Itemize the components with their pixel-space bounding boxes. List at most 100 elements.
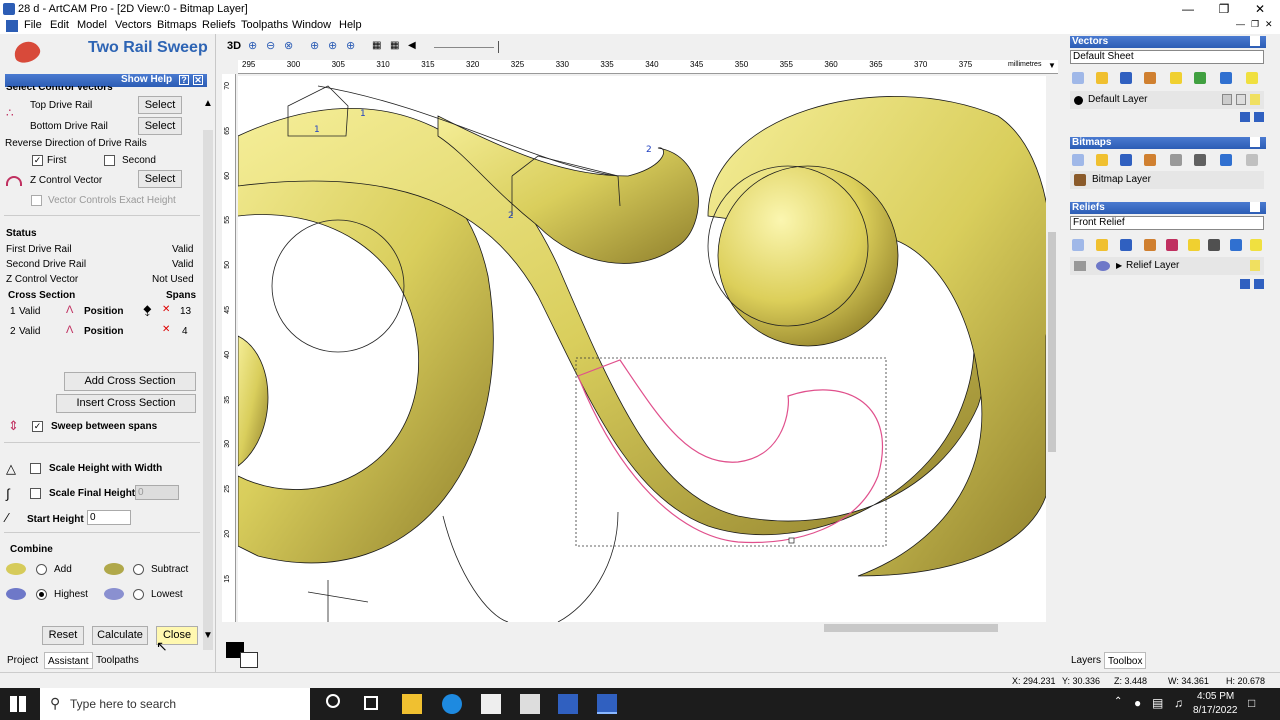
- new-bitmap-icon[interactable]: [1072, 154, 1084, 166]
- vectors-collapse-icon[interactable]: [1250, 36, 1260, 46]
- save-icon[interactable]: [1120, 72, 1132, 84]
- lowest-radio[interactable]: [133, 589, 144, 600]
- top-drive-rail-select-button[interactable]: Select: [138, 96, 182, 114]
- start-icon[interactable]: [10, 696, 26, 712]
- layer-lock-icon[interactable]: [1222, 94, 1232, 105]
- bitmap-toggle-icon[interactable]: ◀: [408, 40, 416, 51]
- delete-bitmap-icon[interactable]: [1220, 154, 1232, 166]
- relief-drawing[interactable]: 1 1 2 2: [238, 76, 1046, 622]
- relief-layer-row[interactable]: ▶ Relief Layer: [1070, 257, 1264, 275]
- grid-icon[interactable]: ▦: [372, 40, 381, 51]
- second-checkbox[interactable]: [104, 155, 115, 166]
- default-layer-row[interactable]: Default Layer: [1070, 91, 1264, 109]
- color-swatch-background[interactable]: [240, 652, 258, 668]
- zoom-all-icon[interactable]: ⊗: [284, 39, 293, 52]
- open-icon[interactable]: [1096, 72, 1108, 84]
- vertical-scroll-thumb[interactable]: [1048, 232, 1056, 452]
- store-icon[interactable]: [481, 694, 501, 714]
- maximize-button[interactable]: ❐: [1206, 0, 1242, 18]
- sheet-select[interactable]: Default Sheet: [1070, 50, 1264, 64]
- paint-icon[interactable]: [1144, 72, 1156, 84]
- edge-icon[interactable]: [442, 694, 462, 714]
- tab-project[interactable]: Project: [4, 652, 41, 669]
- relief-select[interactable]: Front Relief: [1070, 216, 1264, 230]
- save-relief-icon[interactable]: [1120, 239, 1132, 251]
- delete-relief-icon[interactable]: [1230, 239, 1242, 251]
- file-explorer-icon[interactable]: [402, 694, 422, 714]
- snap-icon[interactable]: ▦: [390, 40, 399, 51]
- vertical-scrollbar[interactable]: [1046, 76, 1058, 622]
- layer-edit-icon[interactable]: [1236, 94, 1246, 105]
- new-relief-icon[interactable]: [1072, 239, 1084, 251]
- layer-color-dot[interactable]: [1074, 96, 1083, 105]
- tray-chevron-icon[interactable]: ⌃: [1114, 696, 1122, 707]
- highest-radio[interactable]: [36, 589, 47, 600]
- clock-date[interactable]: 8/17/2022: [1193, 705, 1238, 716]
- opacity-slider[interactable]: [434, 47, 494, 48]
- search-box[interactable]: ⚲ Type here to search: [40, 688, 310, 720]
- cortana-icon[interactable]: [326, 694, 340, 708]
- expand-arrow-icon[interactable]: ▶: [1116, 257, 1122, 275]
- save-bitmap-icon[interactable]: [1120, 154, 1132, 166]
- tab-assistant[interactable]: Assistant: [44, 652, 93, 669]
- tab-layers[interactable]: Layers: [1068, 652, 1104, 669]
- zoom-sel-icon[interactable]: ⊕: [328, 39, 337, 52]
- relief-properties-icon[interactable]: [1250, 239, 1262, 251]
- relief-image-icon[interactable]: [1208, 239, 1220, 251]
- menu-model[interactable]: Model: [77, 19, 107, 31]
- reliefs-collapse-icon[interactable]: [1250, 202, 1260, 212]
- cs-type[interactable]: Position: [84, 306, 123, 317]
- artcam-icon[interactable]: [558, 694, 578, 714]
- new-layer-icon[interactable]: [1072, 72, 1084, 84]
- task-view-icon[interactable]: [364, 696, 378, 710]
- menu-file[interactable]: File: [24, 19, 42, 31]
- drawing-canvas[interactable]: 1 1 2 2: [238, 76, 1046, 622]
- zoom-prev-icon[interactable]: ⊕: [310, 39, 319, 52]
- relief-color-icon[interactable]: [1166, 239, 1178, 251]
- volume-icon[interactable]: ♫: [1174, 696, 1183, 710]
- open-relief-icon[interactable]: [1096, 239, 1108, 251]
- scale-final-height-checkbox[interactable]: [30, 488, 41, 499]
- scale-final-height-input[interactable]: 0: [135, 485, 179, 500]
- clock-time[interactable]: 4:05 PM: [1197, 691, 1234, 702]
- cs-type[interactable]: Position: [84, 326, 123, 337]
- horizontal-scroll-thumb[interactable]: [824, 624, 998, 632]
- paint-bitmap-icon[interactable]: [1144, 154, 1156, 166]
- sweep-between-spans-checkbox[interactable]: ✓: [32, 421, 43, 432]
- bottom-drive-rail-select-button[interactable]: Select: [138, 117, 182, 135]
- paint-relief-icon[interactable]: [1144, 239, 1156, 251]
- layer-visible-icon[interactable]: [1250, 94, 1260, 105]
- link-icon[interactable]: [1194, 72, 1206, 84]
- zoom-in-icon[interactable]: ⊕: [248, 39, 257, 52]
- z-control-select-button[interactable]: Select: [138, 170, 182, 188]
- delete-icon[interactable]: [1220, 72, 1232, 84]
- scroll-up-icon[interactable]: ▲: [203, 98, 213, 109]
- reset-button[interactable]: Reset: [42, 626, 84, 645]
- ruler-unit-dropdown-icon[interactable]: ▼: [1048, 61, 1056, 70]
- mail-icon[interactable]: [520, 694, 540, 714]
- first-checkbox[interactable]: ✓: [32, 155, 43, 166]
- bitmap-image-icon[interactable]: [1194, 154, 1206, 166]
- relief-up-icon[interactable]: [1240, 279, 1250, 289]
- bitmaps-collapse-icon[interactable]: [1250, 137, 1260, 147]
- mdi-close[interactable]: ✕: [1265, 19, 1273, 30]
- help-question-icon[interactable]: ?: [179, 75, 189, 85]
- close-window-button[interactable]: ✕: [1242, 0, 1278, 18]
- subtract-radio[interactable]: [133, 564, 144, 575]
- scroll-down-icon[interactable]: ▼: [203, 630, 213, 641]
- mdi-min[interactable]: —: [1236, 19, 1245, 29]
- start-height-input[interactable]: 0: [87, 510, 131, 525]
- notification-icon[interactable]: □: [1248, 696, 1255, 710]
- menu-toolpaths[interactable]: Toolpaths: [241, 19, 288, 31]
- open-bitmap-icon[interactable]: [1096, 154, 1108, 166]
- add-radio[interactable]: [36, 564, 47, 575]
- bitmap-properties-icon[interactable]: [1246, 154, 1258, 166]
- minimize-button[interactable]: —: [1170, 0, 1206, 18]
- microphone-icon[interactable]: ●: [1134, 696, 1141, 710]
- menu-window[interactable]: Window: [292, 19, 331, 31]
- 3d-view-button[interactable]: 3D: [227, 40, 241, 52]
- artcam-active-icon[interactable]: [597, 694, 617, 714]
- mdi-restore[interactable]: ❐: [1251, 19, 1259, 30]
- tab-toolpaths[interactable]: Toolpaths: [93, 652, 142, 669]
- relief-combine-icon[interactable]: [1096, 261, 1110, 271]
